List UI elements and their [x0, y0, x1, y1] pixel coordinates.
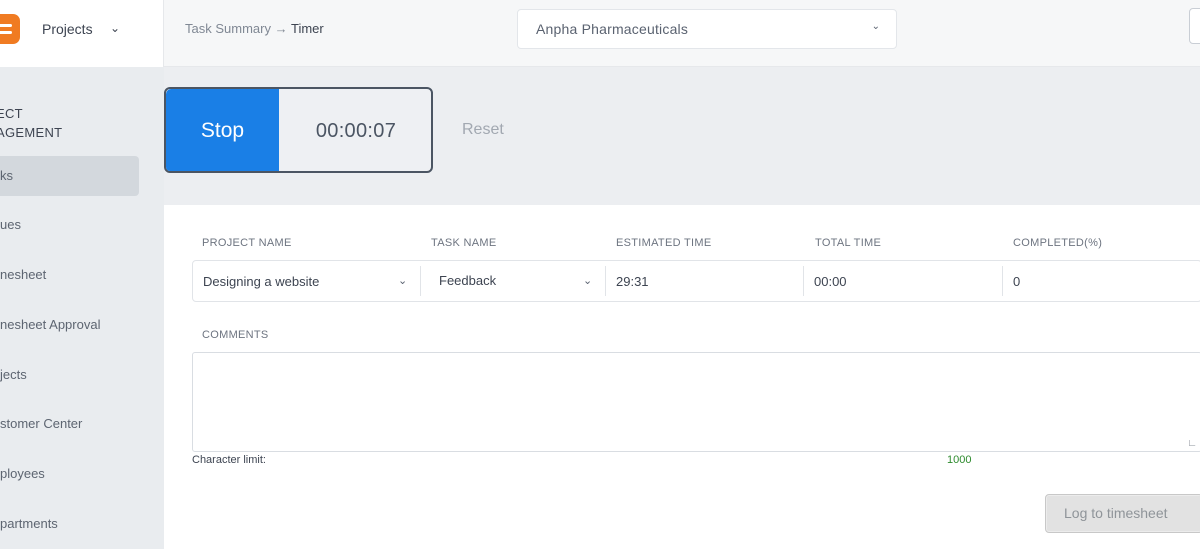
sidebar-item-customer-center[interactable]: stomer Center: [0, 404, 139, 444]
app-logo-icon: [0, 14, 20, 44]
sidebar-item-timesheet[interactable]: nesheet: [0, 255, 139, 295]
total-time-field[interactable]: 00:00: [814, 274, 847, 289]
chevron-down-icon[interactable]: ⌄: [398, 274, 407, 287]
timer-control: Stop 00:00:07: [164, 87, 433, 173]
sidebar: ECT AGEMENT ks ues nesheet nesheet Appro…: [0, 67, 164, 549]
breadcrumb-separator-icon: →: [274, 21, 288, 36]
cell-divider: [605, 266, 606, 296]
header-action-button[interactable]: [1189, 8, 1200, 44]
projects-menu-label[interactable]: Projects: [42, 21, 93, 37]
completed-field[interactable]: 0: [1013, 274, 1020, 289]
character-limit-label: Character limit:: [192, 454, 266, 466]
chevron-down-icon[interactable]: ⌄: [583, 274, 592, 287]
sidebar-item-tasks[interactable]: ks: [0, 156, 139, 196]
project-name-select[interactable]: Designing a website: [203, 274, 319, 289]
brand-area: Projects ⌄: [0, 0, 164, 67]
estimated-time-field[interactable]: 29:31: [616, 274, 649, 289]
sidebar-section-heading: ECT AGEMENT: [0, 106, 63, 140]
reset-button[interactable]: Reset: [462, 121, 504, 139]
project-name-header: PROJECT NAME: [202, 237, 292, 249]
comments-textarea[interactable]: ∟: [192, 352, 1200, 452]
sidebar-item-employees[interactable]: ployees: [0, 454, 139, 494]
company-select-value: Anpha Pharmaceuticals: [536, 21, 689, 37]
breadcrumb-parent[interactable]: Task Summary: [185, 21, 271, 36]
company-select[interactable]: Anpha Pharmaceuticals ⌄: [517, 9, 897, 49]
character-limit-value: 1000: [947, 454, 972, 466]
sidebar-item-timesheet-approval[interactable]: nesheet Approval: [0, 305, 139, 345]
breadcrumb: Task Summary → Timer: [185, 21, 324, 36]
estimated-time-header: ESTIMATED TIME: [616, 237, 712, 249]
total-time-header: TOTAL TIME: [815, 237, 882, 249]
sidebar-item-issues[interactable]: ues: [0, 205, 139, 245]
completed-header: COMPLETED(%): [1013, 237, 1103, 249]
stop-button[interactable]: Stop: [166, 89, 279, 171]
breadcrumb-current: Timer: [290, 21, 324, 36]
timer-elapsed: 00:00:07: [315, 120, 397, 142]
cell-divider: [1002, 266, 1003, 296]
sidebar-item-projects[interactable]: jects: [0, 355, 139, 395]
chevron-down-icon[interactable]: ⌄: [110, 21, 120, 35]
cell-divider: [420, 266, 421, 296]
cell-divider: [803, 266, 804, 296]
comments-label: COMMENTS: [202, 329, 269, 341]
task-name-header: TASK NAME: [431, 237, 497, 249]
task-name-select[interactable]: Feedback: [439, 273, 496, 288]
task-entry-row: [192, 260, 1200, 302]
resize-handle-icon[interactable]: ∟: [1187, 438, 1197, 449]
sidebar-item-departments[interactable]: partments: [0, 504, 139, 544]
chevron-down-icon: ⌄: [871, 21, 880, 32]
log-to-timesheet-button[interactable]: Log to timesheet: [1045, 494, 1200, 533]
